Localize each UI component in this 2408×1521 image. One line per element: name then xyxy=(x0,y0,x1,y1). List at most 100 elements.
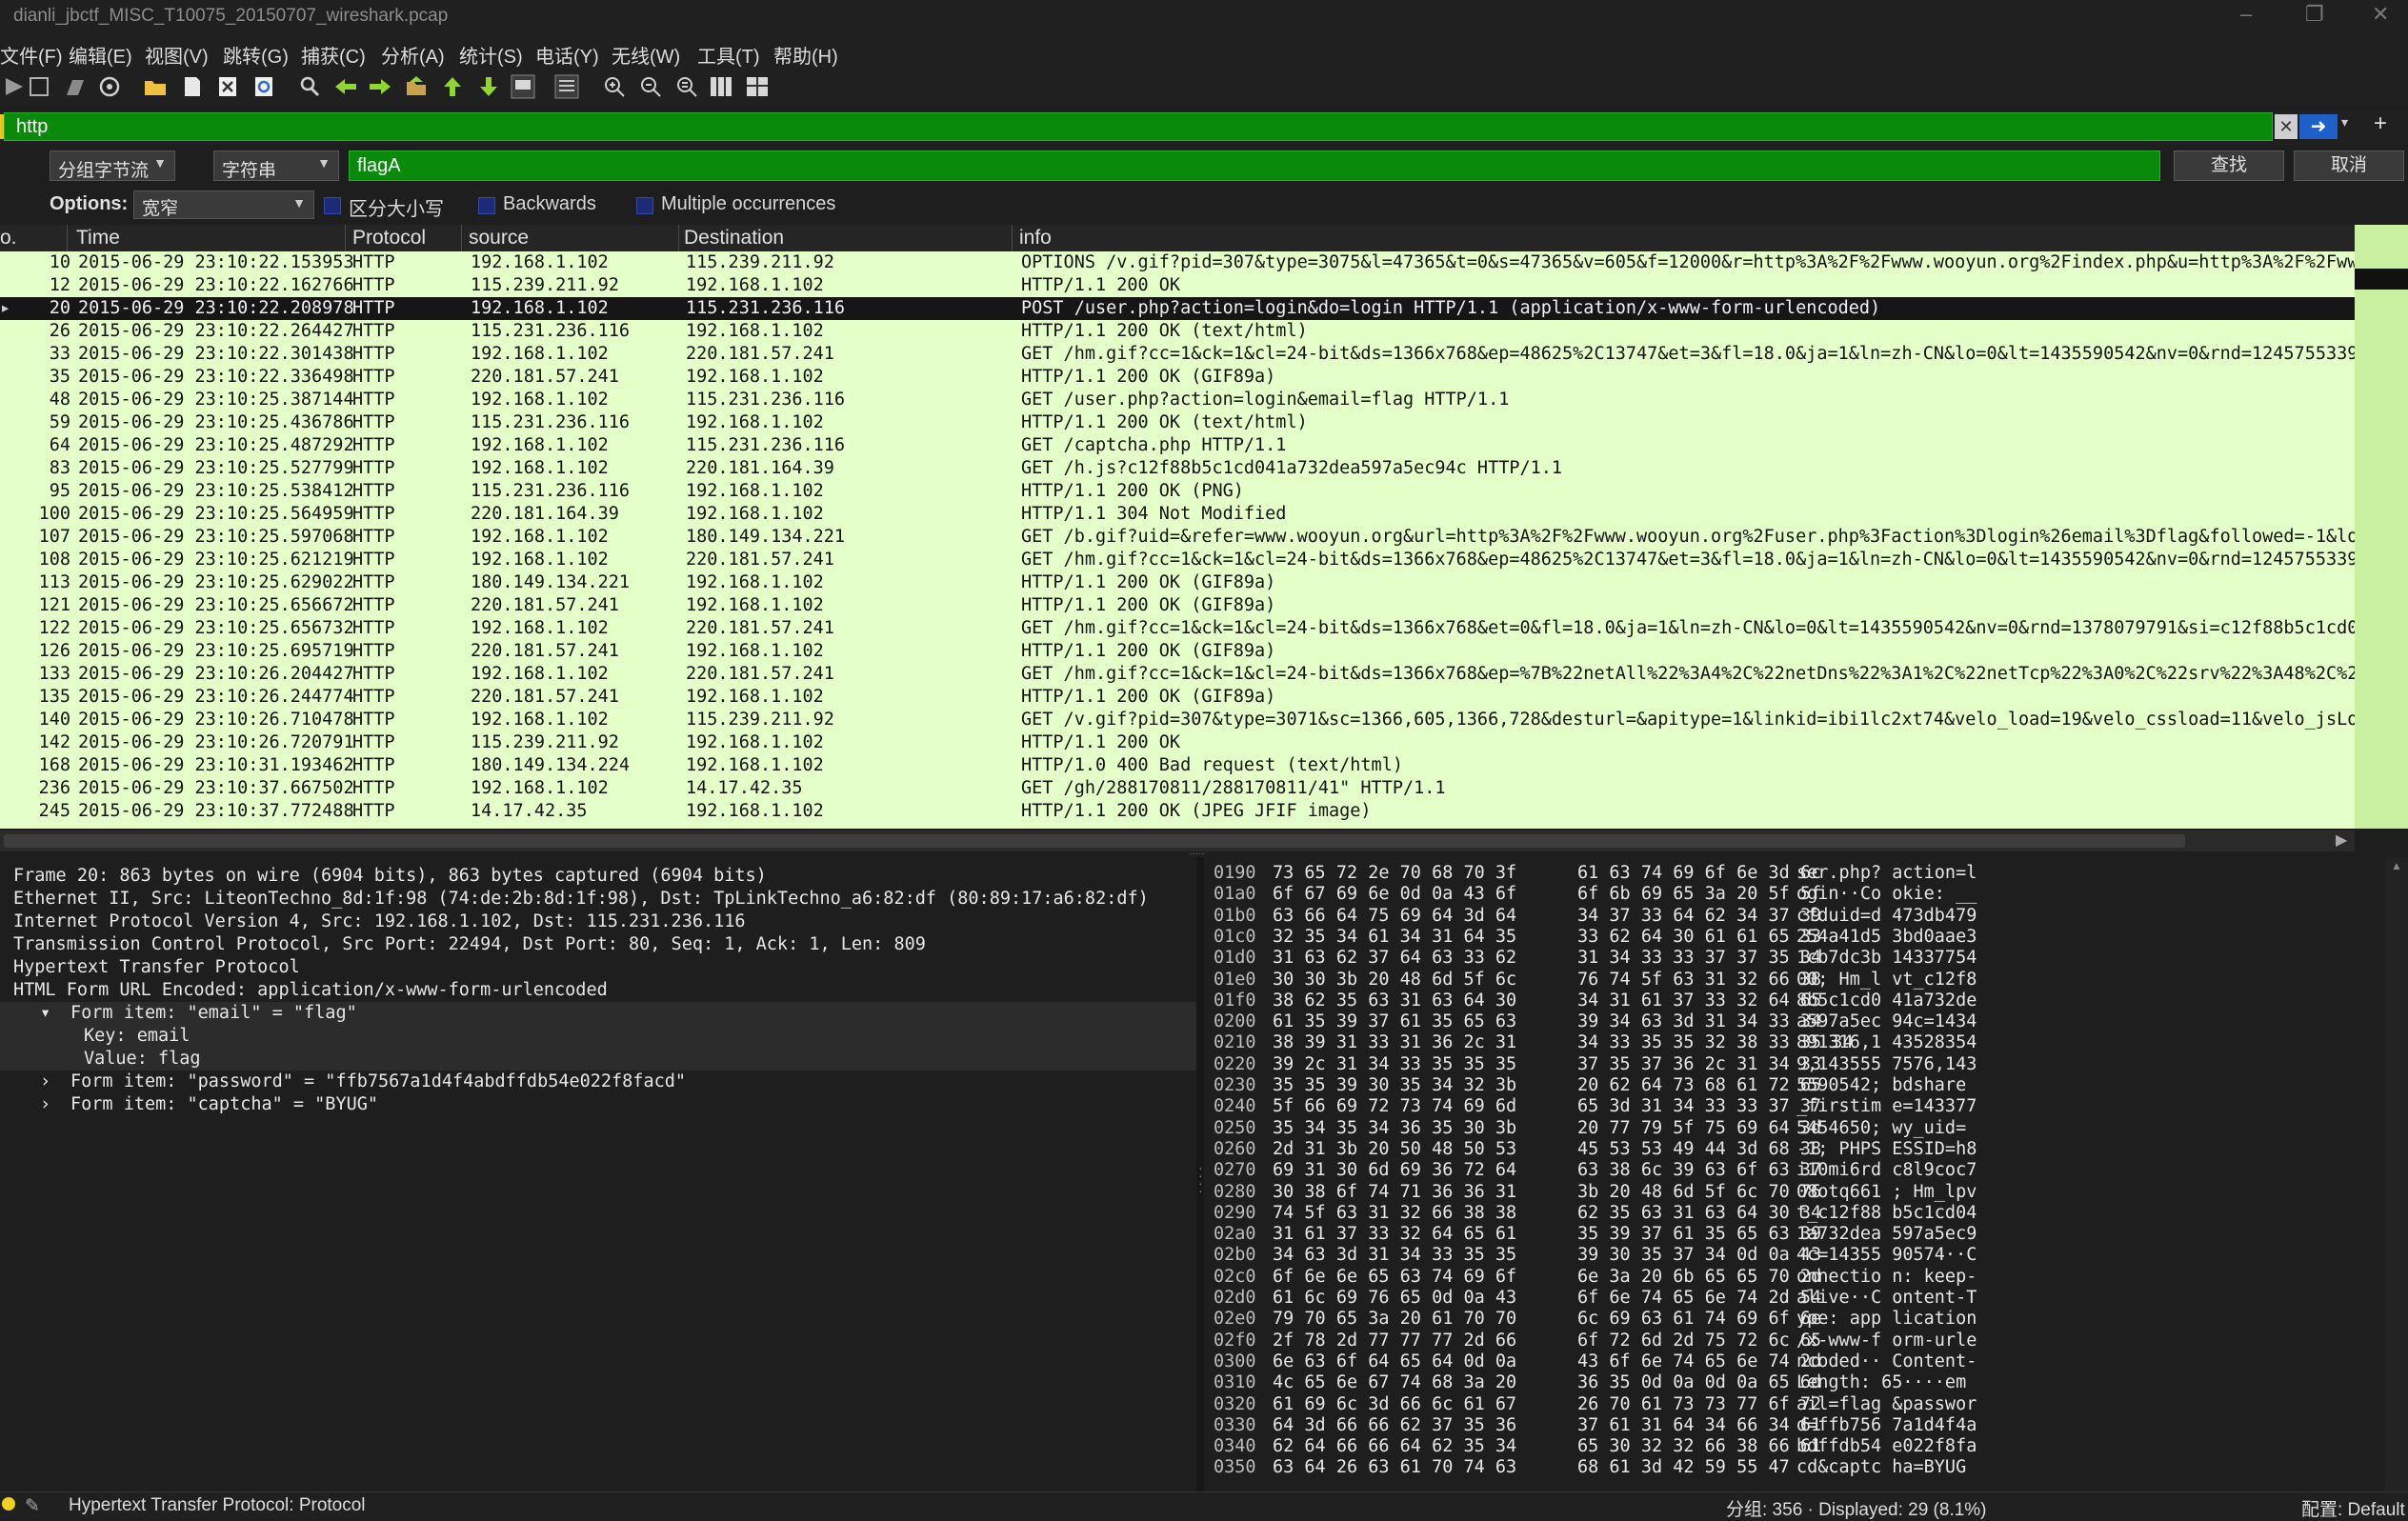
capture-options-icon[interactable] xyxy=(95,72,124,101)
packet-row[interactable]: 59 2015-06-29 23:10:25.436786 HTTP 115.231.… xyxy=(0,411,2355,434)
hex-row[interactable]: 0250 35 34 35 34 36 35 30 3b 20 77 79 5f 7… xyxy=(1204,1118,2400,1139)
detail-tree-item[interactable]: Hypertext Transfer Protocol xyxy=(0,956,1196,979)
column-header-protocol[interactable]: Protocol xyxy=(352,227,426,250)
collapsed-arrow-icon[interactable]: › xyxy=(40,1071,50,1091)
menu-telephony[interactable]: 电话(Y) xyxy=(535,41,599,69)
column-header-source[interactable]: source xyxy=(469,227,529,250)
packet-row[interactable]: 142 2015-06-29 23:10:26.720791 HTTP 115.239… xyxy=(0,731,2355,754)
hex-row[interactable]: 0340 62 64 66 66 64 62 35 34 65 30 32 32 6… xyxy=(1204,1436,2400,1457)
packet-row[interactable]: 135 2015-06-29 23:10:26.244774 HTTP 220.181… xyxy=(0,686,2355,709)
menu-file[interactable]: 文件(F) xyxy=(0,41,63,69)
clear-filter-icon[interactable]: ✕ xyxy=(2275,114,2298,139)
scroll-right-icon[interactable]: ▶ xyxy=(2336,831,2347,850)
reload-file-icon[interactable] xyxy=(250,72,278,101)
scrollbar-thumb[interactable] xyxy=(2355,269,2408,290)
packet-row[interactable]: 83 2015-06-29 23:10:25.527799 HTTP 192.168.… xyxy=(0,457,2355,480)
hex-row[interactable]: 02f0 2f 78 2d 77 77 77 2d 66 6f 72 6d 2d 7… xyxy=(1204,1331,2400,1351)
first-packet-icon[interactable] xyxy=(438,72,467,101)
packet-row[interactable]: 100 2015-06-29 23:10:25.564959 HTTP 220.181… xyxy=(0,503,2355,526)
capture-comment-icon[interactable]: ✎ xyxy=(25,1495,40,1517)
hex-row[interactable]: 0270 69 31 30 6d 69 36 72 64 63 38 6c 39 6… xyxy=(1204,1160,2400,1181)
hex-row[interactable]: 01e0 30 30 3b 20 48 6d 5f 6c 76 74 5f 63 3… xyxy=(1204,970,2400,991)
menu-wireless[interactable]: 无线(W) xyxy=(612,41,680,69)
add-filter-button-icon[interactable]: + xyxy=(2374,110,2387,137)
detail-tree-item[interactable]: Key: email xyxy=(0,1025,1196,1048)
detail-tree-item[interactable]: Frame 20: 863 bytes on wire (6904 bits),… xyxy=(0,865,1196,888)
menu-analyze[interactable]: 分析(A) xyxy=(381,41,445,69)
case-sensitive-checkbox[interactable] xyxy=(324,197,341,214)
close-file-icon[interactable] xyxy=(213,72,242,101)
column-header-time[interactable]: Time xyxy=(76,227,120,250)
packet-row[interactable]: 26 2015-06-29 23:10:22.264427 HTTP 115.231.… xyxy=(0,320,2355,343)
zoom-out-icon[interactable] xyxy=(636,72,665,101)
column-header-no[interactable]: o. xyxy=(0,227,17,250)
hex-row[interactable]: 0230 35 35 39 30 35 34 32 3b 20 62 64 73 6… xyxy=(1204,1075,2400,1096)
menu-tools[interactable]: 工具(T) xyxy=(697,41,760,69)
menu-view[interactable]: 视图(V) xyxy=(145,41,209,69)
search-in-dropdown[interactable]: 分组字节流 ▼ xyxy=(50,150,175,181)
hex-row[interactable]: 0280 30 38 6f 74 71 36 36 31 3b 20 48 6d 5… xyxy=(1204,1182,2400,1203)
go-to-packet-icon[interactable] xyxy=(402,72,431,101)
column-divider[interactable] xyxy=(1012,225,1013,251)
packet-list[interactable]: 10 2015-06-29 23:10:22.153953 HTTP 192.168.… xyxy=(0,251,2355,829)
menu-capture[interactable]: 捕获(C) xyxy=(301,41,366,69)
colorize-icon[interactable] xyxy=(552,72,581,101)
hex-row[interactable]: 01c0 32 35 34 61 34 31 64 35 33 62 64 30 6… xyxy=(1204,927,2400,948)
hex-row[interactable]: 01f0 38 62 35 63 31 63 64 30 34 31 61 37 3… xyxy=(1204,991,2400,1011)
find-string-input[interactable]: flagA xyxy=(349,150,2160,181)
splitter-handle[interactable]: · · · · xyxy=(1198,1161,1203,1197)
hex-row[interactable]: 0290 74 5f 63 31 32 66 38 38 62 35 63 31 6… xyxy=(1204,1203,2400,1224)
hex-row[interactable]: 02a0 31 61 37 33 32 64 65 61 35 39 37 61 3… xyxy=(1204,1224,2400,1245)
scrollbar-thumb[interactable] xyxy=(4,834,2185,848)
hex-row[interactable]: 0300 6e 63 6f 64 65 64 0d 0a 43 6f 6e 74 6… xyxy=(1204,1351,2400,1372)
scroll-up-icon[interactable]: ▲ xyxy=(2391,859,2402,872)
packet-row[interactable]: 48 2015-06-29 23:10:25.387144 HTTP 192.168.… xyxy=(0,389,2355,411)
hex-row[interactable]: 0310 4c 65 6e 67 74 68 3a 20 36 35 0d 0a 0… xyxy=(1204,1372,2400,1393)
packet-row[interactable]: 140 2015-06-29 23:10:26.710478 HTTP 192.168… xyxy=(0,709,2355,731)
hex-row[interactable]: 0330 64 3d 66 66 62 37 35 36 37 61 31 64 3… xyxy=(1204,1415,2400,1436)
hex-row[interactable]: 0190 73 65 72 2e 70 68 70 3f 61 63 74 69 6… xyxy=(1204,863,2400,884)
hex-row[interactable]: 0350 63 64 26 63 61 70 74 63 68 61 3d 42 5… xyxy=(1204,1457,2400,1478)
bytes-pane-scrollbar[interactable]: ▲ xyxy=(2385,857,2408,1491)
collapsed-arrow-icon[interactable]: › xyxy=(40,1094,50,1114)
menu-go[interactable]: 跳转(G) xyxy=(223,41,289,69)
packet-row[interactable]: 108 2015-06-29 23:10:25.621219 HTTP 192.168… xyxy=(0,549,2355,571)
filter-history-icon[interactable]: ▾ xyxy=(2341,114,2348,130)
detail-tree-item[interactable]: Ethernet II, Src: LiteonTechno_8d:1f:98 … xyxy=(0,888,1196,911)
packet-row[interactable]: 35 2015-06-29 23:10:22.336498 HTTP 220.181.… xyxy=(0,366,2355,389)
packet-row[interactable]: 64 2015-06-29 23:10:25.487292 HTTP 192.168.… xyxy=(0,434,2355,457)
hex-row[interactable]: 0260 2d 31 3b 20 50 48 50 53 45 53 53 49 4… xyxy=(1204,1139,2400,1160)
find-button[interactable]: 查找 xyxy=(2174,150,2284,181)
detail-tree-item[interactable]: HTML Form URL Encoded: application/x-www… xyxy=(0,979,1196,1002)
detail-tree-item[interactable]: Transmission Control Protocol, Src Port:… xyxy=(0,933,1196,956)
packet-list-minimap-scrollbar[interactable] xyxy=(2355,225,2408,829)
hex-row[interactable]: 01b0 63 66 64 75 69 64 3d 64 34 37 33 64 6… xyxy=(1204,906,2400,927)
hex-row[interactable]: 0220 39 2c 31 34 33 35 35 35 37 35 37 36 2… xyxy=(1204,1054,2400,1075)
column-divider[interactable] xyxy=(345,225,346,251)
menu-edit[interactable]: 编辑(E) xyxy=(69,41,132,69)
detail-tree-item[interactable]: Value: flag xyxy=(0,1048,1196,1071)
column-divider[interactable] xyxy=(461,225,462,251)
packet-row[interactable]: 122 2015-06-29 23:10:25.656732 HTTP 192.168… xyxy=(0,617,2355,640)
packet-bytes-pane[interactable]: 0190 73 65 72 2e 70 68 70 3f 61 63 74 69 6… xyxy=(1204,857,2400,1491)
detail-tree-item[interactable]: › Form item: "captcha" = "BYUG" xyxy=(0,1093,1196,1116)
multiple-occurrences-checkbox[interactable] xyxy=(636,197,653,214)
expert-info-icon[interactable] xyxy=(2,1497,15,1511)
go-back-icon[interactable] xyxy=(331,72,360,101)
packet-row[interactable]: 121 2015-06-29 23:10:25.656672 HTTP 220.181… xyxy=(0,594,2355,617)
column-header-info[interactable]: info xyxy=(1019,227,1052,250)
expanded-arrow-icon[interactable]: ▾ xyxy=(40,1003,50,1023)
packet-row[interactable]: 107 2015-06-29 23:10:25.597068 HTTP 192.168… xyxy=(0,526,2355,549)
packet-row[interactable]: 133 2015-06-29 23:10:26.204427 HTTP 192.168… xyxy=(0,663,2355,686)
column-header-destination[interactable]: Destination xyxy=(684,227,784,250)
display-filter-input[interactable]: http xyxy=(4,112,2273,141)
packet-row[interactable]: 20 2015-06-29 23:10:22.208978 HTTP 192.168.… xyxy=(0,297,2355,320)
packet-row[interactable]: 33 2015-06-29 23:10:22.301438 HTTP 192.168.… xyxy=(0,343,2355,366)
last-packet-icon[interactable] xyxy=(474,72,503,101)
backwards-checkbox[interactable] xyxy=(478,197,495,214)
restart-capture-icon[interactable] xyxy=(61,72,90,101)
packet-row[interactable]: 113 2015-06-29 23:10:25.629022 HTTP 180.149… xyxy=(0,571,2355,594)
detail-tree-item[interactable]: ▾ Form item: "email" = "flag" xyxy=(0,1002,1196,1025)
zoom-in-icon[interactable] xyxy=(600,72,629,101)
go-forward-icon[interactable] xyxy=(366,72,394,101)
